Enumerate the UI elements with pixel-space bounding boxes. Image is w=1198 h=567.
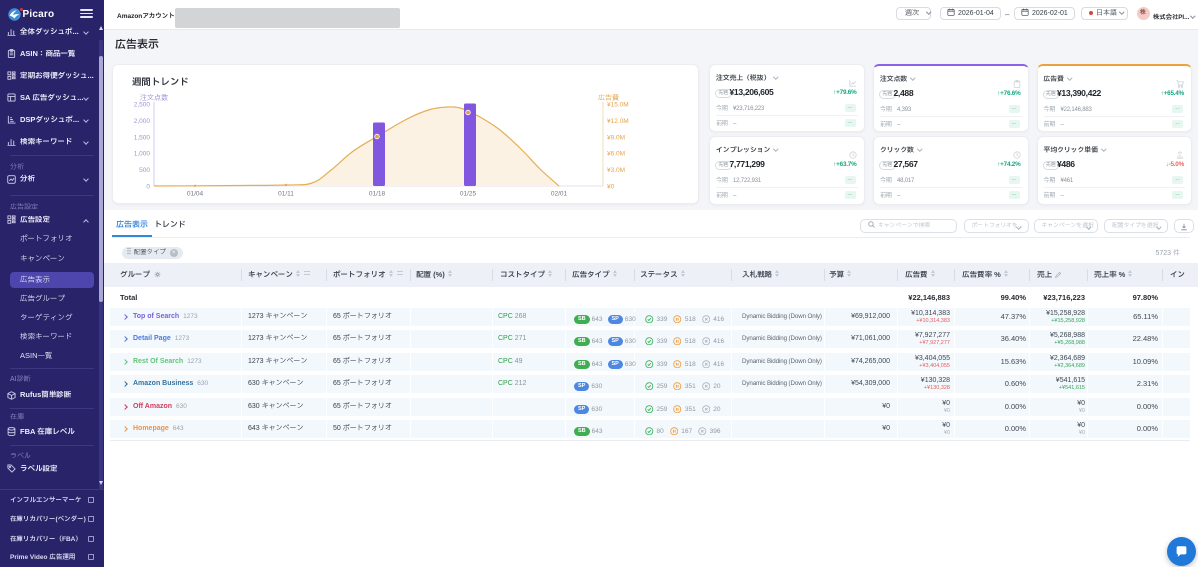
svg-text:2,000: 2,000 bbox=[134, 118, 151, 125]
svg-text:¥6.0M: ¥6.0M bbox=[607, 151, 625, 158]
svg-text:¥3.0M: ¥3.0M bbox=[607, 167, 625, 174]
svg-text:2,500: 2,500 bbox=[134, 102, 151, 109]
svg-text:01/04: 01/04 bbox=[187, 191, 204, 198]
svg-text:¥12.0M: ¥12.0M bbox=[607, 118, 629, 125]
svg-text:02/01: 02/01 bbox=[551, 191, 568, 198]
svg-text:¥9.0M: ¥9.0M bbox=[607, 134, 625, 141]
svg-text:1,500: 1,500 bbox=[134, 134, 151, 141]
svg-text:01/25: 01/25 bbox=[460, 191, 477, 198]
svg-text:¥15.0M: ¥15.0M bbox=[607, 102, 629, 109]
svg-text:01/18: 01/18 bbox=[369, 191, 386, 198]
svg-text:1,000: 1,000 bbox=[134, 151, 151, 158]
svg-text:01/11: 01/11 bbox=[278, 191, 294, 198]
svg-text:500: 500 bbox=[139, 167, 150, 174]
svg-text:0: 0 bbox=[146, 184, 150, 191]
svg-text:¥0: ¥0 bbox=[607, 184, 615, 191]
